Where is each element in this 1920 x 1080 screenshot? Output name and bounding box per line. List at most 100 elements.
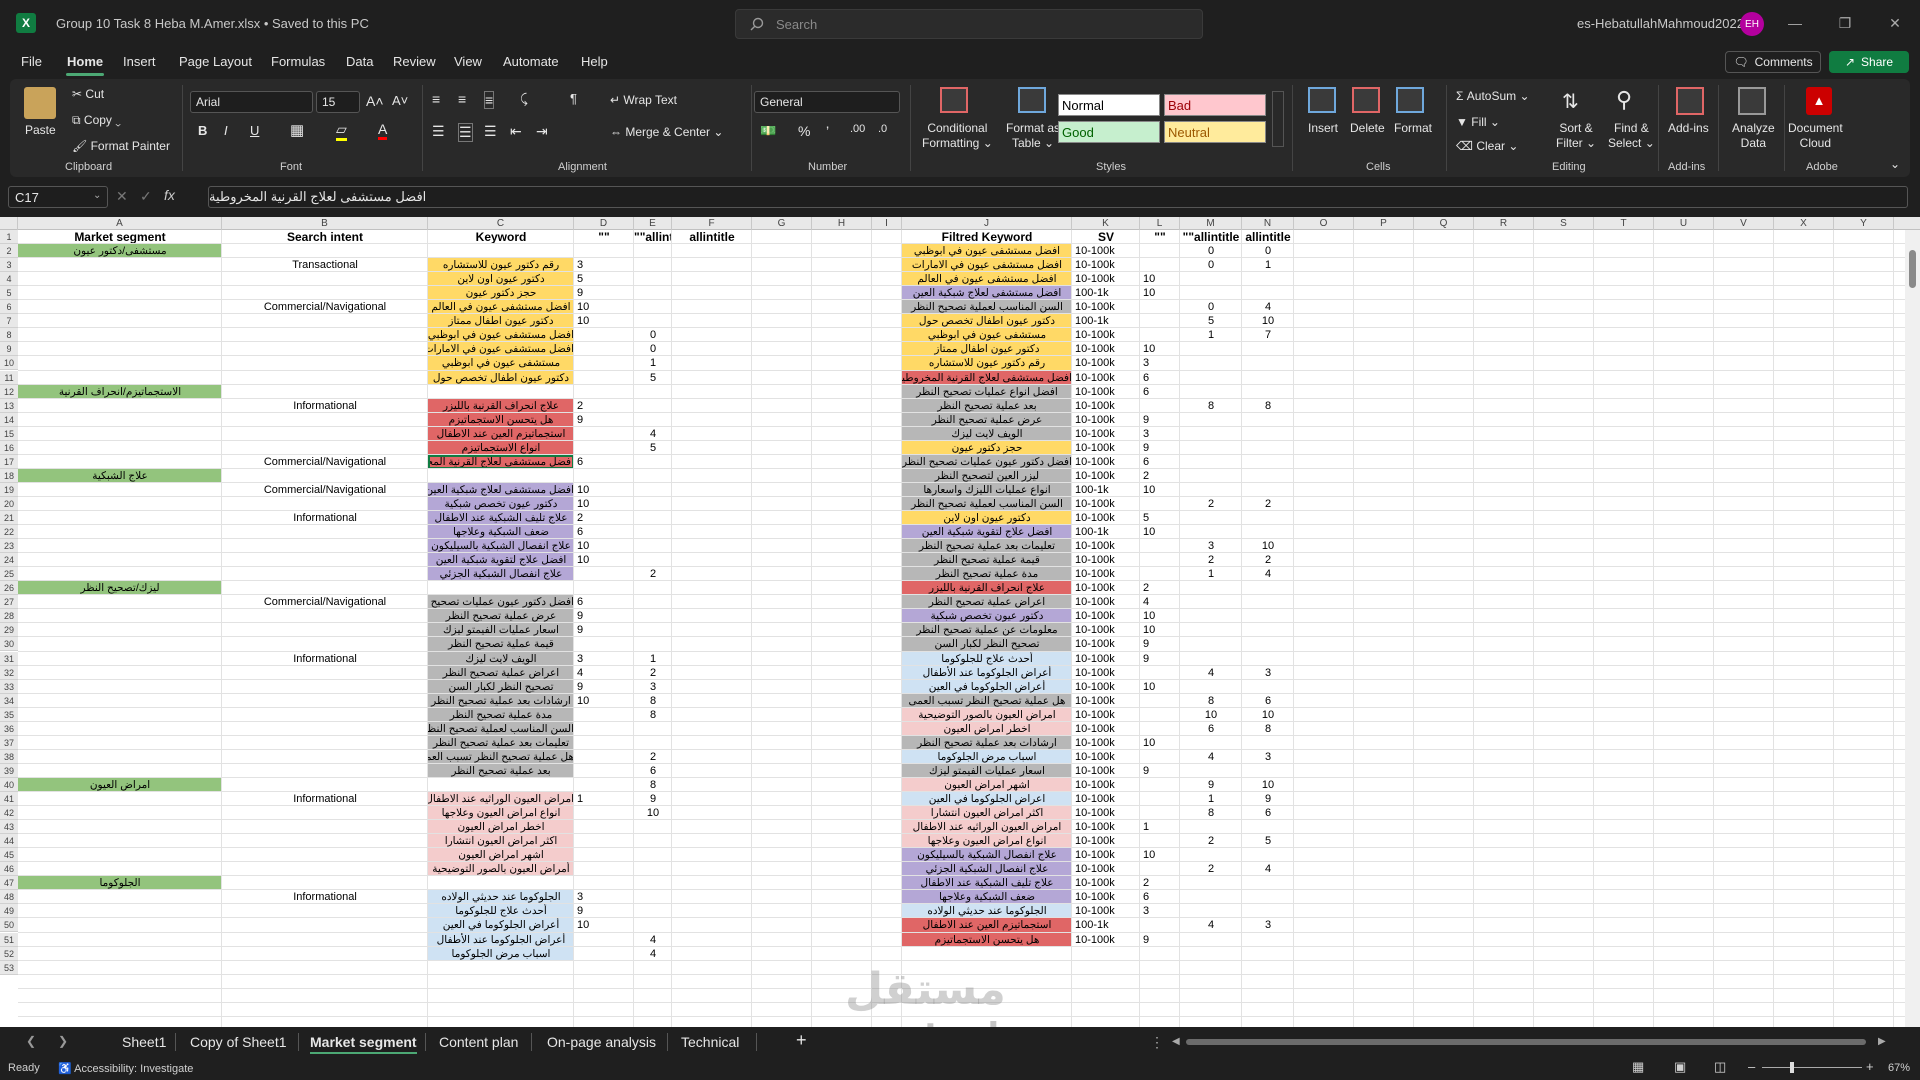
filtered-allintitle-cell[interactable]: 7	[1242, 328, 1294, 342]
intent-cell[interactable]: Informational	[222, 511, 428, 525]
search-volume-cell[interactable]: 10-100k	[1072, 581, 1140, 595]
filtered-allintitle-cell[interactable]: 8	[1242, 399, 1294, 413]
header-cell-c[interactable]: Keyword	[428, 230, 574, 244]
row-header[interactable]: 16	[0, 440, 18, 455]
column-header-m[interactable]: M	[1180, 217, 1242, 230]
allintitle-quoted-cell[interactable]: 2	[634, 567, 672, 581]
segment-cell[interactable]: علاج الشبكية	[18, 468, 222, 483]
exact-count-cell[interactable]: 9	[574, 286, 634, 300]
search-volume-cell[interactable]: 100-1k	[1072, 483, 1140, 497]
collapse-ribbon-icon[interactable]: ⌄	[1890, 157, 1900, 171]
column-header-y[interactable]: Y	[1834, 217, 1894, 230]
cancel-entry-icon[interactable]: ✕	[116, 188, 128, 205]
filtered-allintitle-quoted-cell[interactable]: 2	[1180, 834, 1242, 848]
filtered-exact-cell[interactable]: 10	[1140, 483, 1180, 497]
exact-count-cell[interactable]: 9	[574, 904, 634, 918]
search-volume-cell[interactable]: 10-100k	[1072, 736, 1140, 750]
row-header[interactable]: 1	[0, 230, 18, 244]
allintitle-quoted-cell[interactable]: 10	[634, 806, 672, 820]
menu-data[interactable]: Data	[346, 54, 373, 69]
column-header-s[interactable]: S	[1534, 217, 1594, 230]
fill-color-icon[interactable]: ▱	[336, 121, 347, 141]
format-as-table-icon[interactable]	[1018, 87, 1046, 113]
filtered-allintitle-quoted-cell[interactable]: 2	[1180, 862, 1242, 876]
exact-count-cell[interactable]: 6	[574, 525, 634, 539]
search-volume-cell[interactable]: 10-100k	[1072, 806, 1140, 820]
style-normal[interactable]: Normal	[1058, 94, 1160, 116]
row-header[interactable]: 30	[0, 637, 18, 652]
paste-icon[interactable]	[24, 87, 56, 119]
allintitle-quoted-cell[interactable]: 4	[634, 933, 672, 947]
page-layout-view-icon[interactable]: ▣	[1674, 1059, 1686, 1075]
align-top-icon[interactable]: ≡	[432, 91, 440, 107]
intent-cell[interactable]: Informational	[222, 890, 428, 904]
intent-cell[interactable]: Commercial/Navigational	[222, 455, 428, 469]
segment-cell[interactable]: الاستجماتيزم/انحراف القرنية	[18, 384, 222, 399]
filtered-exact-cell[interactable]: 9	[1140, 637, 1180, 651]
search-volume-cell[interactable]: 10-100k	[1072, 933, 1140, 947]
keyword-cell[interactable]: افضل مستشفى عيون في العالم	[428, 300, 574, 315]
filtered-keyword-cell[interactable]: تعليمات بعد عملية تصحيح النظر	[902, 539, 1072, 554]
bold-button[interactable]: B	[198, 123, 207, 138]
intent-cell[interactable]: Informational	[222, 399, 428, 413]
keyword-cell[interactable]: هل عملية تصحيح النظر تسبب العمى	[428, 749, 574, 764]
menu-formulas[interactable]: Formulas	[271, 54, 325, 69]
keyword-cell[interactable]: اسباب مرض الجلوكوما	[428, 946, 574, 961]
filtered-keyword-cell[interactable]: أحدث علاج للجلوكوما	[902, 651, 1072, 666]
row-header[interactable]: 35	[0, 707, 18, 722]
style-good[interactable]: Good	[1058, 121, 1160, 143]
row-header[interactable]: 5	[0, 286, 18, 301]
keyword-cell[interactable]: ارشادات بعد عملية تصحيح النظر	[428, 693, 574, 708]
filtered-keyword-cell[interactable]: هل يتحسن الاستجماتيزم	[902, 932, 1072, 947]
intent-cell[interactable]: Informational	[222, 652, 428, 666]
menu-help[interactable]: Help	[581, 54, 608, 69]
header-cell-a[interactable]: Market segment	[18, 230, 222, 244]
copy-button[interactable]: ⧉ Copy ⌄	[72, 113, 121, 128]
filtered-allintitle-quoted-cell[interactable]: 9	[1180, 778, 1242, 792]
sheet-tab-technical[interactable]: Technical	[681, 1034, 739, 1050]
exact-count-cell[interactable]: 10	[574, 497, 634, 511]
keyword-cell[interactable]: استجماتيزم العين عند الاطفال	[428, 426, 574, 441]
intent-cell[interactable]: Commercial/Navigational	[222, 300, 428, 314]
filtered-exact-cell[interactable]: 5	[1140, 511, 1180, 525]
align-bottom-icon[interactable]: ≡	[484, 91, 495, 109]
row-header[interactable]: 19	[0, 482, 18, 497]
row-header[interactable]: 10	[0, 356, 18, 371]
filtered-allintitle-cell[interactable]: 5	[1242, 834, 1294, 848]
format-cells-button[interactable]: Format	[1394, 121, 1432, 135]
row-header[interactable]: 39	[0, 763, 18, 778]
filtered-keyword-cell[interactable]: علاج انفصال الشبكية الجزئي	[902, 862, 1072, 877]
row-header[interactable]: 4	[0, 272, 18, 287]
filtered-keyword-cell[interactable]: الجلوكوما عند حديثي الولاده	[902, 904, 1072, 919]
search-volume-cell[interactable]: 10-100k	[1072, 244, 1140, 258]
next-sheet-icon[interactable]: ❯	[58, 1034, 68, 1048]
format-as-table-button[interactable]: Format as Table ⌄	[1006, 121, 1060, 151]
search-volume-cell[interactable]: 10-100k	[1072, 413, 1140, 427]
allintitle-quoted-cell[interactable]: 2	[634, 750, 672, 764]
filtered-keyword-cell[interactable]: الويف لايت ليزك	[902, 426, 1072, 441]
search-volume-cell[interactable]: 10-100k	[1072, 848, 1140, 862]
increase-indent-icon[interactable]: ⇥	[536, 123, 548, 140]
add-sheet-icon[interactable]: +	[796, 1030, 807, 1051]
search-volume-cell[interactable]: 10-100k	[1072, 497, 1140, 511]
menu-insert[interactable]: Insert	[123, 54, 156, 69]
filtered-keyword-cell[interactable]: أعراض الجلوكوما عند الأطفال	[902, 665, 1072, 680]
filtered-allintitle-quoted-cell[interactable]: 4	[1180, 666, 1242, 680]
filtered-keyword-cell[interactable]: افضل دكتور عيون عمليات تصحيح النظر	[902, 454, 1072, 469]
row-header[interactable]: 21	[0, 511, 18, 525]
filtered-keyword-cell[interactable]: انواع امراض العيون وعلاجها	[902, 834, 1072, 849]
filtered-allintitle-cell[interactable]: 10	[1242, 778, 1294, 792]
insert-cells-icon[interactable]	[1308, 87, 1336, 113]
row-header[interactable]: 42	[0, 806, 18, 821]
allintitle-quoted-cell[interactable]: 0	[634, 328, 672, 342]
delete-cells-icon[interactable]	[1352, 87, 1380, 113]
header-cell-m[interactable]: ""allintitle	[1180, 230, 1242, 244]
exact-count-cell[interactable]: 10	[574, 300, 634, 314]
search-volume-cell[interactable]: 10-100k	[1072, 680, 1140, 694]
vertical-scroll-thumb[interactable]	[1909, 250, 1916, 288]
column-header-v[interactable]: V	[1714, 217, 1774, 230]
column-header-h[interactable]: H	[812, 217, 872, 230]
filtered-allintitle-cell[interactable]: 4	[1242, 300, 1294, 314]
filtered-allintitle-cell[interactable]: 0	[1242, 244, 1294, 258]
font-size-select[interactable]: 15	[316, 91, 360, 113]
